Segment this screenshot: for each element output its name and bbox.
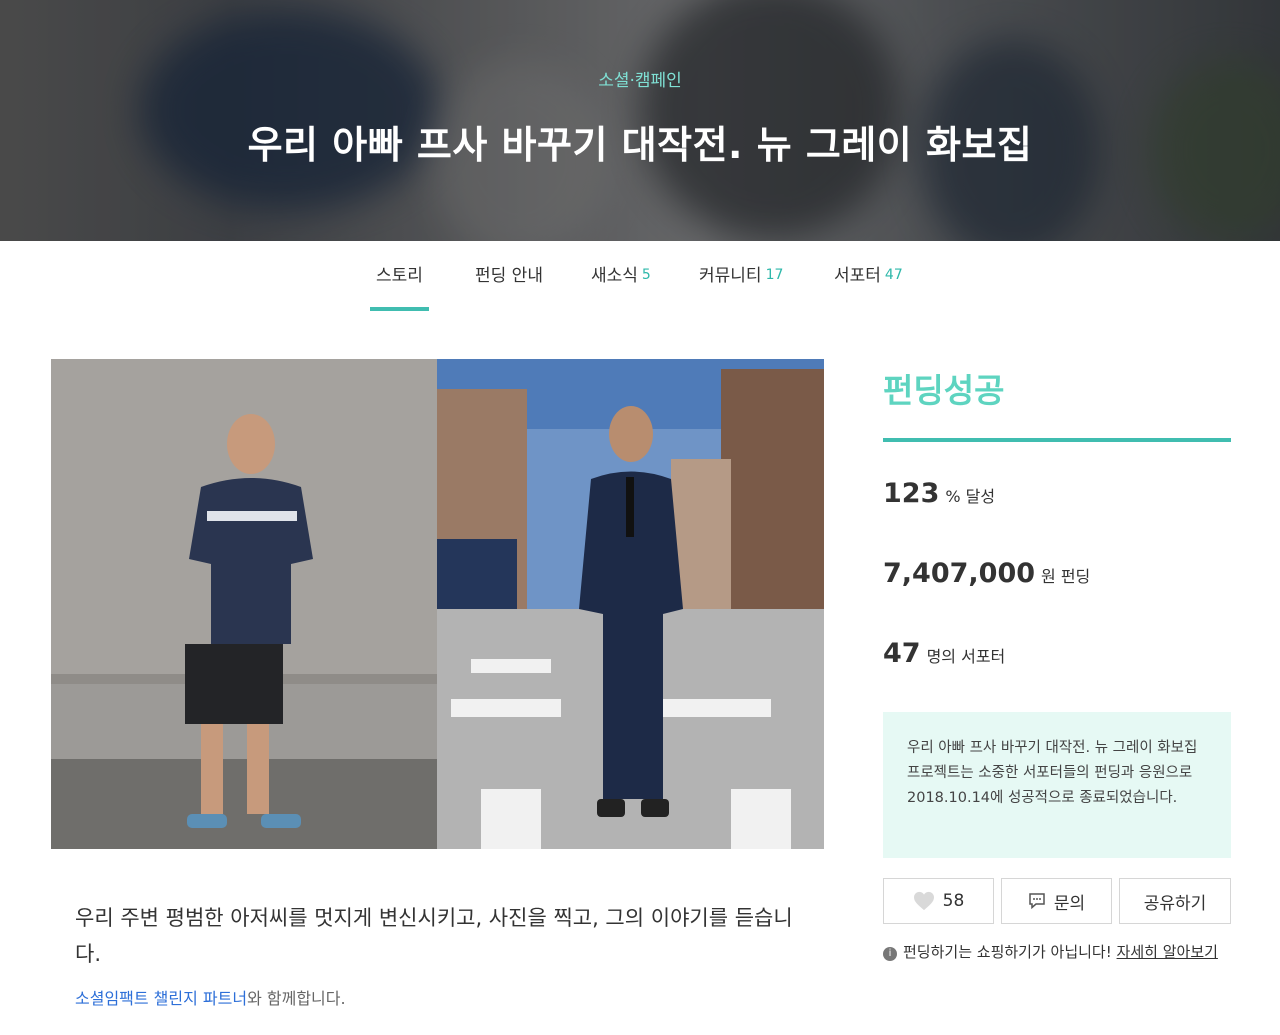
tab-funding-info[interactable]: 펀딩 안내: [475, 261, 543, 311]
partner-line: 소셜임팩트 챌린지 파트너와 함께합니다.: [75, 985, 346, 1009]
share-button[interactable]: 공유하기: [1119, 878, 1231, 924]
funding-amount: 7,407,000 원 펀딩: [883, 558, 1090, 589]
like-button[interactable]: 58: [883, 878, 994, 924]
faq-text: 펀딩하기는 쇼핑하기가 아닙니다!: [903, 943, 1112, 961]
story-lead: 우리 주변 평범한 아저씨를 멋지게 변신시키고, 사진을 찍고, 그의 이야기…: [75, 906, 793, 966]
tab-label: 스토리: [376, 266, 423, 286]
amount-unit: 원 펀딩: [1041, 567, 1091, 586]
tab-label: 커뮤니티: [699, 266, 762, 286]
partner-link[interactable]: 소셜임팩트 챌린지 파트너: [75, 989, 247, 1008]
inquiry-button[interactable]: 문의: [1001, 878, 1112, 924]
tab-count: 47: [884, 267, 903, 283]
amount-value: 7,407,000: [883, 558, 1036, 589]
learn-more-link[interactable]: 자세히 알아보기: [1117, 943, 1218, 961]
supporter-value: 47: [883, 638, 921, 669]
tab-story[interactable]: 스토리: [370, 261, 429, 311]
achievement-rate: 123 % 달성: [883, 478, 995, 509]
share-label: 공유하기: [1143, 893, 1207, 914]
page-title: 우리 아빠 프사 바꾸기 대작전. 뉴 그레이 화보집: [247, 123, 1033, 167]
supporter-count: 47 명의 서포터: [883, 638, 1005, 669]
funding-status: 펀딩성공: [883, 371, 1005, 410]
tab-count: 17: [765, 267, 784, 283]
speech-bubble-icon: [1029, 893, 1045, 909]
progress-bar: [883, 438, 1231, 442]
tab-news[interactable]: 새소식 5: [591, 261, 651, 311]
project-main-image: [51, 359, 824, 849]
tab-label: 새소식: [591, 266, 638, 286]
hero-banner: 소셜·캠페인 우리 아빠 프사 바꾸기 대작전. 뉴 그레이 화보집: [0, 0, 1280, 241]
inquiry-label: 문의: [1053, 893, 1086, 914]
partner-suffix: 와 함께합니다.: [247, 989, 346, 1008]
tab-count: 5: [641, 267, 651, 283]
tab-supporters[interactable]: 서포터 47: [834, 261, 903, 311]
tab-label: 서포터: [834, 266, 881, 286]
tab-community[interactable]: 커뮤니티 17: [699, 261, 783, 311]
achievement-value: 123: [883, 478, 940, 509]
faq-notice: i 펀딩하기는 쇼핑하기가 아닙니다! 자세히 알아보기: [883, 940, 1231, 964]
category-label[interactable]: 소셜·캠페인: [0, 66, 1280, 91]
completion-notice: 우리 아빠 프사 바꾸기 대작전. 뉴 그레이 화보집 프로젝트는 소중한 서포…: [883, 712, 1231, 858]
supporter-unit: 명의 서포터: [926, 647, 1006, 666]
heart-icon: [913, 891, 934, 911]
tab-label: 펀딩 안내: [475, 266, 543, 286]
achievement-unit: % 달성: [945, 487, 996, 506]
project-tabs: 스토리 펀딩 안내 새소식 5 커뮤니티 17 서포터 47: [0, 241, 1280, 311]
like-count: 58: [942, 891, 965, 911]
info-icon: i: [883, 947, 897, 961]
